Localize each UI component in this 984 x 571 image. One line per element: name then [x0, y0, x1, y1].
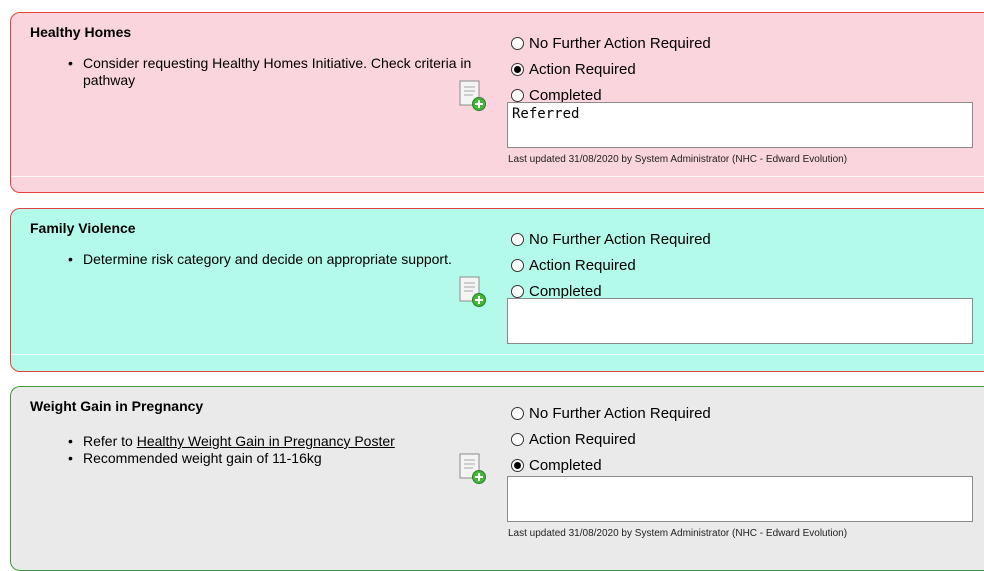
- bullet-item: Consider requesting Healthy Homes Initia…: [31, 55, 481, 89]
- radio-label: No Further Action Required: [529, 34, 711, 52]
- radio-option-action-required[interactable]: Action Required: [511, 56, 711, 82]
- section-title: Weight Gain in Pregnancy: [30, 398, 204, 414]
- section-family-violence: Family Violence Determine risk category …: [10, 208, 984, 372]
- radio-label: Action Required: [529, 256, 636, 274]
- radio-option-action-required[interactable]: Action Required: [511, 252, 711, 278]
- status-radio-group: No Further Action Required Action Requir…: [511, 30, 711, 108]
- add-note-icon[interactable]: [457, 276, 487, 308]
- section-title: Healthy Homes: [30, 24, 132, 40]
- status-radio-group: No Further Action Required Action Requir…: [511, 400, 711, 478]
- bullet-prefix: Refer to: [83, 433, 137, 449]
- last-updated-text: Last updated 31/08/2020 by System Admini…: [508, 154, 848, 165]
- bullet-list: Refer to Healthy Weight Gain in Pregnanc…: [31, 433, 481, 467]
- section-weight-gain-in-pregnancy: Weight Gain in Pregnancy Refer to Health…: [10, 386, 984, 571]
- radio-button[interactable]: [511, 284, 524, 298]
- bullet-list: Determine risk category and decide on ap…: [31, 251, 481, 268]
- status-radio-group: No Further Action Required Action Requir…: [511, 226, 711, 304]
- radio-option-no-further-action[interactable]: No Further Action Required: [511, 30, 711, 56]
- radio-button[interactable]: [511, 88, 524, 102]
- radio-button[interactable]: [511, 458, 524, 472]
- radio-label: Completed: [529, 456, 602, 474]
- section-title: Family Violence: [30, 220, 136, 236]
- poster-link[interactable]: Healthy Weight Gain in Pregnancy Poster: [137, 433, 395, 449]
- radio-option-completed[interactable]: Completed: [511, 452, 711, 478]
- comment-field[interactable]: [507, 298, 973, 344]
- radio-label: Completed: [529, 86, 602, 104]
- add-note-icon[interactable]: [457, 80, 487, 112]
- radio-label: No Further Action Required: [529, 230, 711, 248]
- radio-label: Action Required: [529, 430, 636, 448]
- divider: [11, 354, 984, 355]
- radio-option-action-required[interactable]: Action Required: [511, 426, 711, 452]
- radio-button[interactable]: [511, 232, 524, 246]
- comment-field[interactable]: Referred: [507, 102, 973, 148]
- bullet-item: Recommended weight gain of 11-16kg: [31, 450, 481, 467]
- divider: [11, 176, 984, 177]
- last-updated-text: Last updated 31/08/2020 by System Admini…: [508, 528, 848, 539]
- bullet-item: Refer to Healthy Weight Gain in Pregnanc…: [31, 433, 481, 450]
- bullet-item: Determine risk category and decide on ap…: [31, 251, 481, 268]
- radio-label: Completed: [529, 282, 602, 300]
- radio-button[interactable]: [511, 36, 524, 50]
- radio-label: No Further Action Required: [529, 404, 711, 422]
- radio-button[interactable]: [511, 406, 524, 420]
- bullet-list: Consider requesting Healthy Homes Initia…: [31, 55, 481, 89]
- radio-option-no-further-action[interactable]: No Further Action Required: [511, 226, 711, 252]
- comment-field[interactable]: [507, 476, 973, 522]
- add-note-icon[interactable]: [457, 453, 487, 485]
- radio-button[interactable]: [511, 432, 524, 446]
- radio-label: Action Required: [529, 60, 636, 78]
- radio-button[interactable]: [511, 258, 524, 272]
- section-healthy-homes: Healthy Homes Consider requesting Health…: [10, 12, 984, 193]
- radio-button[interactable]: [511, 62, 524, 76]
- radio-option-no-further-action[interactable]: No Further Action Required: [511, 400, 711, 426]
